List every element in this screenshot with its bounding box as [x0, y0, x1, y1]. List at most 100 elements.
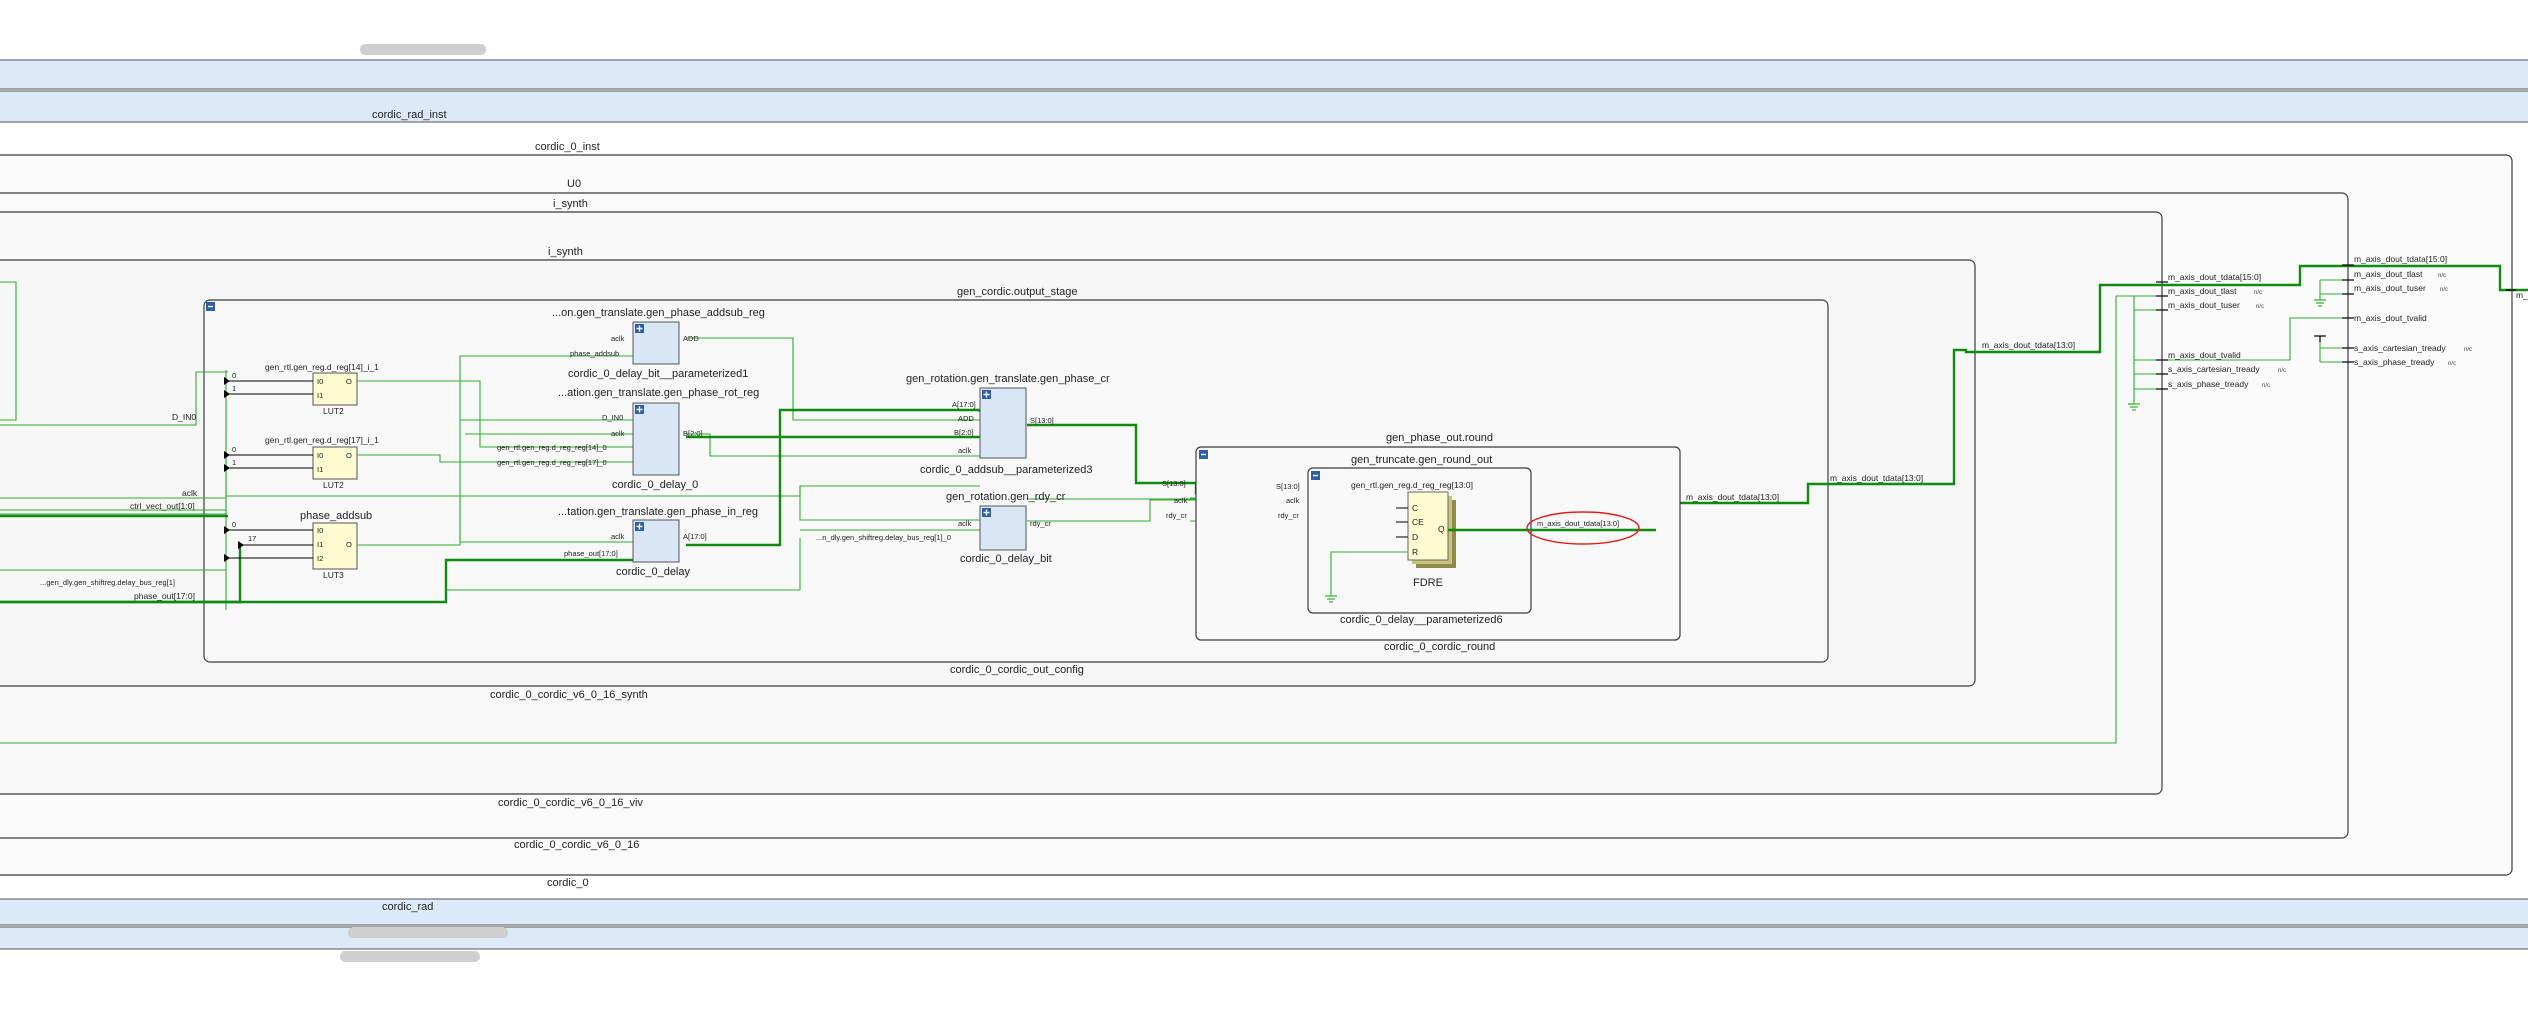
lut-0-out: O — [346, 377, 352, 386]
block-rot-reg-pin-0: D_IN0 — [602, 413, 623, 422]
out-config-bottom: cordic_0_cordic_out_config — [950, 664, 1084, 676]
block-phase-cr-title: gen_rotation.gen_translate.gen_phase_cr — [906, 373, 1110, 385]
block-rot-reg-pin-1: aclk — [611, 429, 625, 438]
block-rot-reg-title: ...ation.gen_translate.gen_phase_rot_reg — [558, 387, 759, 399]
bit-label-5: 17 — [248, 534, 256, 543]
cordic-v6-bottom: cordic_0_cordic_v6_0_16 — [514, 839, 639, 851]
synth-out-label: m_axis_dout_tdata[13:0] — [1982, 340, 2075, 350]
output-stage-title: gen_cordic.output_stage — [957, 286, 1077, 298]
viv-port-4: s_axis_cartesian_tready — [2168, 364, 2260, 374]
viv-port-2-nc: n/c — [2256, 304, 2264, 310]
out-config-out-label: m_axis_dout_tdata[13:0] — [1830, 473, 1923, 483]
viv-port-0: m_axis_dout_tdata[15:0] — [2168, 272, 2261, 282]
u0-port-2-nc: n/c — [2440, 287, 2448, 293]
truncate-title: gen_truncate.gen_round_out — [1351, 454, 1492, 466]
truncate-port-rdy: rdy_cr — [1278, 511, 1299, 520]
fdre-pin-ce: CE — [1412, 517, 1424, 527]
lut-1-title: gen_rtl.gen_reg.d_reg[17]_i_1 — [265, 435, 379, 445]
block-in-reg-title: ...tation.gen_translate.gen_phase_in_reg — [558, 506, 758, 518]
block-rdy-cr-pin-0: aclk — [958, 519, 972, 528]
block-phase-cr-bottom: cordic_0_addsub__parameterized3 — [920, 464, 1092, 476]
bit-label-2: 0 — [232, 445, 236, 454]
viv-port-5: s_axis_phase_tready — [2168, 379, 2249, 389]
blurred-port-top-1 — [360, 44, 486, 55]
i-synth-inner-title: i_synth — [548, 246, 583, 258]
bit-label-0: 0 — [232, 371, 236, 380]
u0-port-4-nc: n/c — [2464, 347, 2472, 353]
lut-1-pin-1: I1 — [317, 465, 323, 474]
block-rot-reg-pin-3: gen_rtl.gen_reg.d_reg_reg[17]_0 — [497, 458, 607, 467]
block-in-reg-bottom: cordic_0_delay — [616, 566, 690, 578]
round-port-s: S[13:0] — [1162, 479, 1186, 488]
band-bottom-1 — [0, 898, 2528, 926]
fdre-out-q: Q — [1438, 524, 1445, 534]
blurred-port-bottom-1 — [348, 927, 508, 938]
truncate-bottom: cordic_0_delay__parameterized6 — [1340, 614, 1503, 626]
lut-2-out: O — [346, 540, 352, 549]
schematic-canvas[interactable]: cordic_rad_inst cordic_0_inst U0 i_synth… — [0, 0, 2528, 1016]
lut-0-type: LUT2 — [323, 406, 344, 416]
band-top-label: cordic_rad_inst — [372, 109, 447, 121]
synth-bottom: cordic_0_cordic_v6_0_16_synth — [490, 689, 648, 701]
cordic-0-inst-title: cordic_0_inst — [535, 141, 600, 153]
u0-port-5: s_axis_phase_tready — [2354, 357, 2435, 367]
round-port-rdy: rdy_cr — [1166, 511, 1187, 520]
lut-2-pin-2: I2 — [317, 554, 323, 563]
net-label-delay-bus: ...gen_dly.gen_shiftreg.delay_bus_reg[1] — [40, 578, 175, 587]
lut-2-pin-1: I1 — [317, 540, 323, 549]
block-phase-cr-pin-1: ADD — [958, 414, 974, 423]
block-rot-reg-pin-2: gen_rtl.gen_reg.d_reg_reg[14]_0 — [497, 443, 607, 452]
net-label-phase-out: phase_out[17:0] — [134, 591, 195, 601]
block-addsub-reg-title: ...on.gen_translate.gen_phase_addsub_reg — [552, 307, 765, 319]
viv-port-5-nc: n/c — [2262, 383, 2270, 389]
block-in-reg-pin-0: aclk — [611, 532, 625, 541]
u0-port-1: m_axis_dout_tlast — [2354, 269, 2423, 279]
viv-port-4-nc: n/c — [2278, 368, 2286, 374]
u0-port-1-nc: n/c — [2438, 273, 2446, 279]
viv-port-1: m_axis_dout_tlast — [2168, 286, 2237, 296]
viv-port-2: m_axis_dout_tuser — [2168, 300, 2240, 310]
net-label-aclk: aclk — [182, 488, 198, 498]
lut-0-pin-0: I0 — [317, 377, 323, 386]
annotated-net-label: m_axis_dout_tdata[13:0] — [1537, 519, 1619, 528]
bit-label-1: 1 — [232, 384, 236, 393]
block-phase-cr-pin-0: A[17:0] — [952, 400, 976, 409]
bit-label-3: 1 — [232, 458, 236, 467]
block-addsub-reg-pin-0: aclk — [611, 334, 625, 343]
u0-port-4: s_axis_cartesian_tready — [2354, 343, 2446, 353]
cordic-0-bottom: cordic_0 — [547, 877, 589, 889]
truncate-port-s: S[13:0] — [1276, 482, 1300, 491]
lut-0-pin-1: I1 — [317, 391, 323, 400]
lut-1-out: O — [346, 451, 352, 460]
block-rot-reg-out: B[2:0] — [683, 429, 703, 438]
lut-1-type: LUT2 — [323, 480, 344, 490]
net-label-ctrl-vect: ctrl_vect_out[1:0] — [130, 501, 195, 511]
block-rot-reg-bottom: cordic_0_delay_0 — [612, 479, 698, 491]
viv-port-3: m_axis_dout_tvalid — [2168, 350, 2241, 360]
band-top-1 — [0, 59, 2528, 90]
net-label-din0: D_IN0 — [172, 412, 196, 422]
u0-port-5-nc: n/c — [2448, 361, 2456, 367]
round-bottom: cordic_0_cordic_round — [1384, 641, 1495, 653]
fdre-type: FDRE — [1413, 577, 1443, 589]
lut-1-pin-0: I0 — [317, 451, 323, 460]
blurred-port-bottom-2 — [340, 951, 480, 962]
fdre-pin-d: D — [1412, 532, 1418, 542]
round-port-aclk: aclk — [1174, 496, 1188, 505]
bit-label-4: 0 — [232, 520, 236, 529]
block-addsub-reg-out: ADD — [683, 334, 699, 343]
u0-port-3: m_axis_dout_tvalid — [2354, 313, 2427, 323]
fdre-title: gen_rtl.gen_reg.d_reg_reg[13:0] — [1351, 480, 1473, 490]
block-rdy-cr-out: rdy_cr — [1030, 519, 1051, 528]
block-in-reg-pin-1: phase_out[17:0] — [564, 549, 618, 558]
lut-2-pin-0: I0 — [317, 526, 323, 535]
lut-2-type: LUT3 — [323, 570, 344, 580]
lut-0-title: gen_rtl.gen_reg.d_reg[14]_i_1 — [265, 362, 379, 372]
u0-title: U0 — [567, 178, 581, 190]
round-title: gen_phase_out.round — [1386, 432, 1493, 444]
u0-port-0: m_axis_dout_tdata[15:0] — [2354, 254, 2447, 264]
block-phase-cr-out: S[13:0] — [1030, 416, 1054, 425]
block-addsub-reg-bottom: cordic_0_delay_bit__parameterized1 — [568, 368, 748, 380]
u0-port-2: m_axis_dout_tuser — [2354, 283, 2426, 293]
fdre-pin-r: R — [1412, 547, 1418, 557]
